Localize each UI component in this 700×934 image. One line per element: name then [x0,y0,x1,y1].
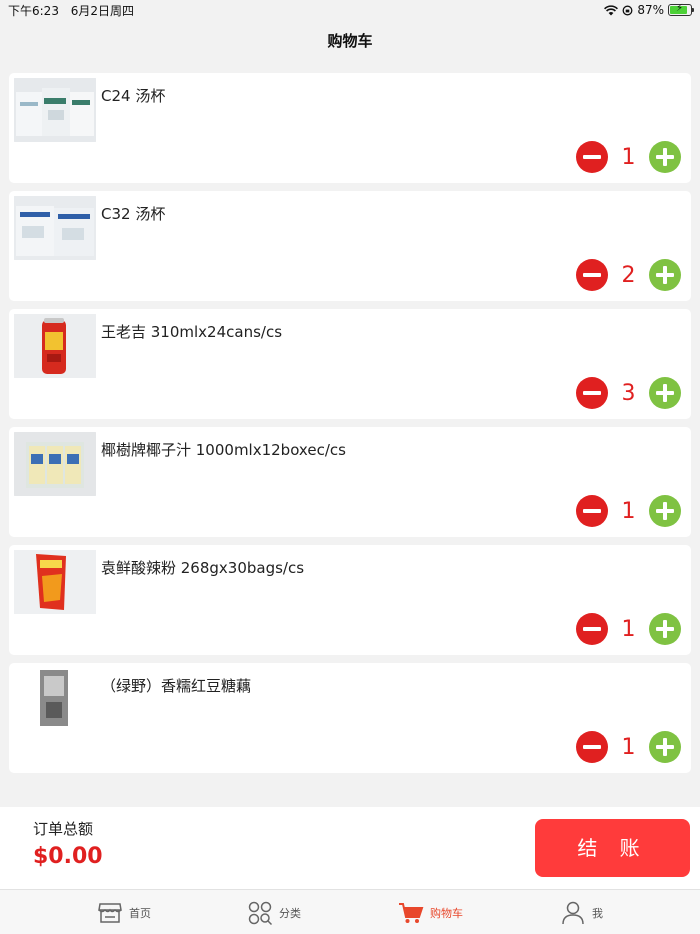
product-name: 袁鲜酸辣粉 268gx30bags/cs [101,559,305,577]
minus-icon [583,627,601,631]
cart-icon [399,902,424,923]
status-time: 下午6:23 [8,3,59,18]
cart-item[interactable]: 椰樹牌椰子汁 1000mlx12boxec/cs 1 [9,427,691,537]
quantity-value: 1 [621,498,636,524]
cart-item[interactable]: C24 汤杯 1 [9,73,691,183]
tab-label: 我 [592,906,603,920]
quantity-value: 3 [621,380,636,406]
product-name: 椰樹牌椰子汁 1000mlx12boxec/cs [101,441,346,459]
tab-label: 购物车 [430,906,463,920]
quantity-stepper: 1 [576,141,681,173]
tab-bar: 首页 分类 购物车 我 [0,889,700,934]
quantity-value: 2 [621,262,636,288]
decrease-quantity-button[interactable] [576,613,608,645]
person-icon [562,901,584,924]
quantity-stepper: 1 [576,495,681,527]
product-name: C24 汤杯 [101,87,166,105]
product-image [14,196,96,260]
status-bar: 下午6:23 6月2日周四 87% ⚡ [0,0,700,20]
order-total-label: 订单总额 [33,820,94,838]
cart-item[interactable]: C32 汤杯 2 [9,191,691,301]
checkout-button[interactable]: 结 账 [535,819,690,877]
battery-percent: 87% [637,3,664,17]
decrease-quantity-button[interactable] [576,259,608,291]
minus-icon [583,155,601,159]
increase-quantity-button[interactable] [649,495,681,527]
cart-item[interactable]: 袁鲜酸辣粉 268gx30bags/cs 1 [9,545,691,655]
order-total-value: $0.00 [33,844,103,869]
status-date: 6月2日周四 [70,3,135,18]
minus-icon [583,391,601,395]
orientation-lock-icon [622,5,633,15]
product-image [14,550,96,614]
decrease-quantity-button[interactable] [576,377,608,409]
increase-quantity-button[interactable] [649,731,681,763]
page-title: 购物车 [327,32,373,50]
cart-list: C24 汤杯 1 C32 汤杯 2 王老吉 310mlx24cans/cs 3 … [9,73,691,781]
increase-quantity-button[interactable] [649,141,681,173]
tab-category[interactable]: 分类 [247,890,301,934]
quantity-stepper: 2 [576,259,681,291]
increase-quantity-button[interactable] [649,377,681,409]
decrease-quantity-button[interactable] [576,141,608,173]
cart-item[interactable]: （绿野）香糯红豆糖藕 1 [9,663,691,773]
quantity-stepper: 1 [576,731,681,763]
store-icon [98,902,122,923]
minus-icon [583,273,601,277]
tab-cart[interactable]: 购物车 [398,890,463,934]
quantity-value: 1 [621,616,636,642]
decrease-quantity-button[interactable] [576,495,608,527]
tab-label: 分类 [279,906,301,920]
product-image [14,668,96,732]
quantity-value: 1 [621,734,636,760]
battery-icon: ⚡ [668,3,694,16]
tab-home[interactable]: 首页 [97,890,151,934]
quantity-stepper: 3 [576,377,681,409]
product-name: （绿野）香糯红豆糖藕 [101,677,252,695]
product-image [14,314,96,378]
decrease-quantity-button[interactable] [576,731,608,763]
product-image [14,432,96,496]
tab-label: 首页 [129,906,151,920]
product-image [14,78,96,142]
order-summary-bar: 订单总额 $0.00 结 账 [0,807,700,889]
minus-icon [583,745,601,749]
wifi-icon [604,4,619,15]
category-search-icon [248,901,273,925]
quantity-stepper: 1 [576,613,681,645]
increase-quantity-button[interactable] [649,259,681,291]
tab-me[interactable]: 我 [560,890,603,934]
product-name: 王老吉 310mlx24cans/cs [101,323,283,341]
quantity-value: 1 [621,144,636,170]
increase-quantity-button[interactable] [649,613,681,645]
minus-icon [583,509,601,513]
cart-item[interactable]: 王老吉 310mlx24cans/cs 3 [9,309,691,419]
product-name: C32 汤杯 [101,205,166,223]
